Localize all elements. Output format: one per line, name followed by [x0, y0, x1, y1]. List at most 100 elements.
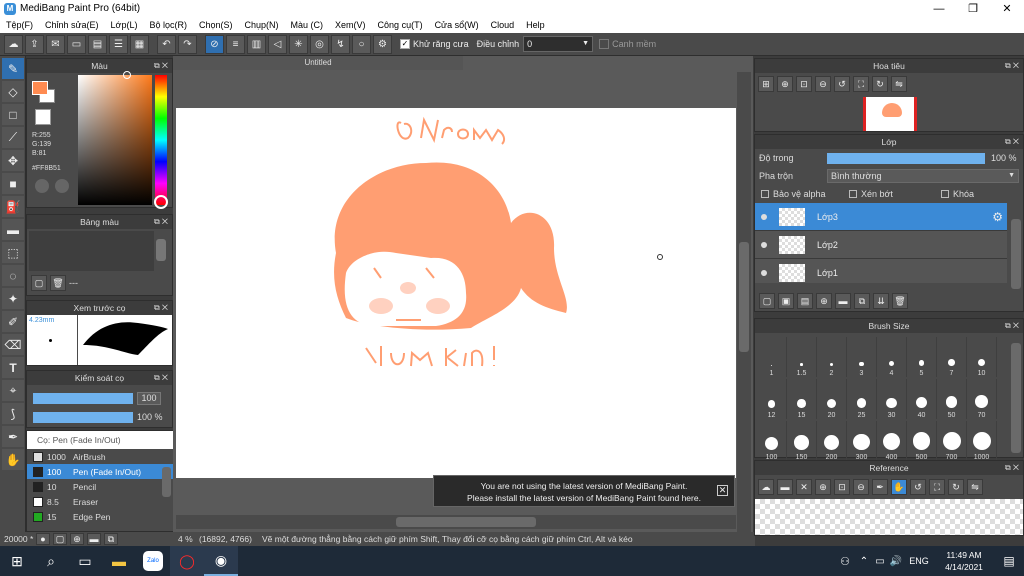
chevron-up-icon[interactable]: ⌃ — [856, 546, 872, 576]
reference-eyedropper-icon[interactable]: ✒ — [872, 479, 888, 495]
brush-opacity-slider[interactable] — [33, 412, 133, 423]
brush-size-cell[interactable]: 300 — [847, 421, 877, 461]
vanishing-snap-icon[interactable]: ◁ — [268, 34, 287, 54]
brush-list-item[interactable]: 10 Pencil — [27, 479, 173, 494]
windows-start-icon[interactable]: ⊞ — [0, 546, 34, 576]
upload-icon[interactable]: ⇪ — [25, 34, 44, 54]
parallel-snap-icon[interactable]: ≡ — [226, 34, 245, 54]
reference-close-icon[interactable]: ✕ — [796, 479, 812, 495]
zalo-icon[interactable]: Zalo — [136, 546, 170, 576]
menu-window[interactable]: Cửa sổ(W) — [429, 20, 485, 30]
brush-size-cell[interactable]: 1.5 — [787, 337, 817, 377]
palette-swatch-area[interactable] — [29, 231, 154, 271]
menu-cloud[interactable]: Cloud — [485, 20, 521, 30]
volume-icon[interactable]: 🔊 — [888, 546, 904, 576]
rotate-left-icon[interactable]: ↺ — [834, 76, 850, 92]
list-icon[interactable]: ☰ — [109, 34, 128, 54]
brush-size-cell[interactable]: 150 — [787, 421, 817, 461]
file-explorer-icon[interactable]: ▬ — [102, 546, 136, 576]
reference-fit-icon[interactable]: ⊡ — [834, 479, 850, 495]
gear-icon[interactable]: ⚙ — [992, 210, 1003, 224]
layer-list-scrollbar[interactable] — [1011, 219, 1021, 289]
popout-icon[interactable]: ⧉ ✕ — [1005, 135, 1019, 149]
brush-size-cell[interactable]: 12 — [757, 379, 787, 419]
circle-snap-icon[interactable]: ○ — [352, 34, 371, 54]
hue-slider-handle[interactable] — [154, 195, 168, 209]
reference-zoom-in-icon[interactable]: ⊕ — [815, 479, 831, 495]
maximize-button[interactable]: ❐ — [956, 2, 990, 15]
brush-size-cell[interactable]: 15 — [787, 379, 817, 419]
update-notice[interactable]: You are not using the latest version of … — [433, 475, 735, 507]
brush-size-cell[interactable]: 70 — [967, 379, 997, 419]
brush-size-cell[interactable]: 20 — [817, 379, 847, 419]
brush-tool-icon[interactable]: ✎ — [2, 58, 24, 79]
layer-row[interactable]: Lớp2 — [755, 231, 1007, 259]
notification-icon[interactable]: ▤ — [994, 546, 1024, 576]
brush-size-cell[interactable]: 40 — [907, 379, 937, 419]
brush-size-cell[interactable]: 5 — [907, 337, 937, 377]
menu-snap[interactable]: Chụp(N) — [239, 20, 285, 30]
horizontal-scroll-thumb[interactable] — [396, 517, 536, 527]
protect-alpha-checkbox[interactable] — [761, 190, 769, 198]
brush-list-item[interactable]: 100 Pen (Fade In/Out) — [27, 464, 173, 479]
brush-size-cell[interactable]: 700 — [937, 421, 967, 461]
rectangle-tool-icon[interactable]: □ — [2, 104, 24, 125]
comment-icon[interactable]: ✉ — [46, 34, 65, 54]
text-tool-icon[interactable]: T — [2, 357, 24, 378]
move-tool-icon[interactable]: ✥ — [2, 150, 24, 171]
add-layer-menu-icon[interactable]: ⊕ — [816, 293, 832, 309]
foreground-color-swatch[interactable] — [32, 81, 48, 95]
dot-tool-icon[interactable]: ⟋ — [2, 127, 24, 148]
brush-size-cell[interactable]: 2 — [817, 337, 847, 377]
brush-size-cell[interactable]: 10 — [967, 337, 997, 377]
brush-size-cell[interactable]: 4 — [877, 337, 907, 377]
soft-snap-checkbox[interactable] — [599, 39, 610, 49]
horizontal-scrollbar[interactable] — [176, 515, 736, 529]
vertical-scroll-thumb[interactable] — [739, 242, 749, 352]
minimize-button[interactable]: — — [922, 3, 956, 15]
radial-snap-icon[interactable]: ✳ — [289, 34, 308, 54]
bucket-tool-icon[interactable]: ⛽ — [2, 196, 24, 217]
reference-cloud-icon[interactable]: ☁ — [758, 479, 774, 495]
color-picker-cursor[interactable] — [123, 71, 131, 79]
fill-rect-tool-icon[interactable]: ■ — [2, 173, 24, 194]
blend-mode-select[interactable]: Bình thường ▼ — [827, 169, 1019, 183]
popout-icon[interactable]: ⧉ ✕ — [154, 59, 168, 73]
brush-size-slider[interactable] — [33, 393, 133, 404]
status-copy-icon[interactable]: ⧉ — [104, 533, 118, 545]
status-folder-icon[interactable]: ▬ — [87, 533, 101, 545]
layer-row[interactable]: Lớp1 — [755, 259, 1007, 283]
brush-size-cell[interactable]: 30 — [877, 379, 907, 419]
close-button[interactable]: ✕ — [990, 2, 1024, 15]
fit-screen-icon[interactable]: ⛶ — [853, 76, 869, 92]
network-icon[interactable]: ▭ — [872, 546, 888, 576]
reference-flip-icon[interactable]: ⇋ — [967, 479, 983, 495]
reference-canvas[interactable] — [755, 499, 1023, 535]
eye-icon[interactable] — [761, 269, 767, 276]
brush-size-cell[interactable]: 1000 — [967, 421, 997, 461]
select-tool-icon[interactable]: ⬚ — [2, 242, 24, 263]
menu-filter[interactable]: Bộ lọc(R) — [143, 20, 193, 30]
merge-layer-icon[interactable]: ⇊ — [873, 293, 889, 309]
brush-list-item[interactable]: 8.5 Eraser — [27, 494, 173, 509]
new-layer-icon[interactable]: ▢ — [759, 293, 775, 309]
hand-tool-icon[interactable]: ✋ — [2, 449, 24, 470]
menu-file[interactable]: Tệp(F) — [0, 20, 39, 30]
brush-size-cell[interactable]: 500 — [907, 421, 937, 461]
opera-icon[interactable]: ◯ — [170, 546, 204, 576]
anti-alias-checkbox[interactable]: ✓ — [400, 39, 410, 49]
undo-icon[interactable]: ↶ — [157, 34, 176, 54]
lock-checkbox[interactable] — [941, 190, 949, 198]
layer-row[interactable]: Lớp3 ⚙ — [755, 203, 1007, 231]
correction-select[interactable]: 0 ▼ — [523, 36, 594, 52]
select-pen-tool-icon[interactable]: ✐ — [2, 311, 24, 332]
eraser-tool-icon[interactable]: ◇ — [2, 81, 24, 102]
palette-icon[interactable] — [35, 179, 49, 193]
hue-slider[interactable] — [155, 75, 167, 205]
reference-zoom-out-icon[interactable]: ⊖ — [853, 479, 869, 495]
chat-icon[interactable]: ▭ — [67, 34, 86, 54]
status-brush-icon[interactable]: ● — [36, 533, 50, 545]
layer-opacity-slider[interactable] — [827, 152, 985, 164]
brush-list-scrollbar[interactable] — [162, 467, 171, 497]
close-icon[interactable]: ✕ — [717, 485, 728, 496]
